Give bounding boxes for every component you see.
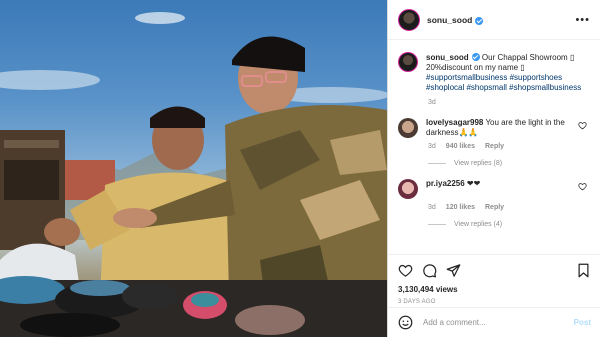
post-header: sonu_sood ••• (388, 0, 600, 40)
more-options-icon[interactable]: ••• (575, 14, 590, 26)
emoji-glyph: ▯ (520, 63, 525, 72)
commenter-avatar[interactable] (398, 118, 418, 138)
caption-line-2: 20%discount on my name (426, 63, 521, 72)
caption-line-1: Our Chappal Showroom (479, 53, 570, 62)
commenter-avatar[interactable] (398, 179, 418, 199)
comment-likes[interactable]: 120 likes (446, 204, 475, 211)
caption-username[interactable]: sonu_sood (426, 53, 469, 62)
author-username[interactable]: sonu_sood (427, 15, 472, 25)
caption-hashtags[interactable]: #supportsmallbusiness #supportshoes #sho… (426, 73, 581, 92)
comment-input[interactable] (423, 318, 563, 327)
bookmark-icon[interactable] (576, 263, 591, 278)
comment-meta: 3d 120 likes Reply (428, 204, 591, 211)
comment-item: lovelysagar998 You are the light in the … (398, 118, 591, 138)
share-icon[interactable] (446, 263, 461, 278)
post-video[interactable] (0, 0, 387, 337)
verified-badge-icon (475, 16, 484, 25)
video-frame (0, 12, 387, 337)
reply-button[interactable]: Reply (485, 204, 504, 211)
post-date[interactable]: 3 DAYS AGO (398, 299, 591, 305)
replies-divider (428, 224, 446, 225)
view-replies-button[interactable]: View replies (8) (428, 160, 591, 167)
comment-item: pr.iya2256 ❤❤ (398, 179, 591, 199)
comment-likes[interactable]: 940 likes (446, 143, 475, 150)
view-replies-label: View replies (4) (454, 221, 503, 228)
comment-age: 3d (428, 143, 436, 150)
commenter-username[interactable]: pr.iya2256 (426, 179, 465, 188)
comment-text: pr.iya2256 ❤❤ (426, 179, 576, 199)
comments-scroll-area[interactable]: sonu_sood Our Chappal Showroom ▯ 20%disc… (388, 40, 600, 253)
emoji-icon[interactable] (398, 315, 413, 330)
comment-meta: 3d 940 likes Reply (428, 143, 591, 150)
view-count[interactable]: 3,130,494 views (398, 285, 591, 294)
post-caption: sonu_sood Our Chappal Showroom ▯ 20%disc… (398, 52, 591, 93)
caption-avatar[interactable] (398, 52, 418, 72)
view-replies-button[interactable]: View replies (4) (428, 221, 591, 228)
view-replies-label: View replies (8) (454, 160, 503, 167)
comment-text: lovelysagar998 You are the light in the … (426, 118, 576, 138)
add-comment-bar: Post (388, 307, 600, 337)
action-icons-row (398, 261, 591, 279)
author-avatar[interactable] (398, 8, 420, 31)
comment-like-icon[interactable] (578, 182, 587, 191)
caption-age: 3d (428, 99, 436, 106)
comment-age: 3d (428, 204, 436, 211)
replies-divider (428, 163, 446, 164)
comment-like-icon[interactable] (578, 121, 587, 130)
comment-icon[interactable] (422, 263, 437, 278)
verified-badge-icon (471, 53, 480, 61)
comment-body: ❤❤ (464, 179, 481, 188)
post-comment-button[interactable]: Post (574, 318, 591, 327)
heart-icon[interactable] (398, 263, 413, 278)
caption-text: sonu_sood Our Chappal Showroom ▯ 20%disc… (426, 52, 586, 93)
commenter-username[interactable]: lovelysagar998 (426, 118, 483, 127)
post-sidebar: sonu_sood ••• sonu_sood Our Chappal Show… (387, 0, 600, 337)
post-actions: 3,130,494 views 3 DAYS AGO (388, 254, 600, 305)
reply-button[interactable]: Reply (485, 143, 504, 150)
emoji-glyph: ▯ (569, 53, 575, 62)
